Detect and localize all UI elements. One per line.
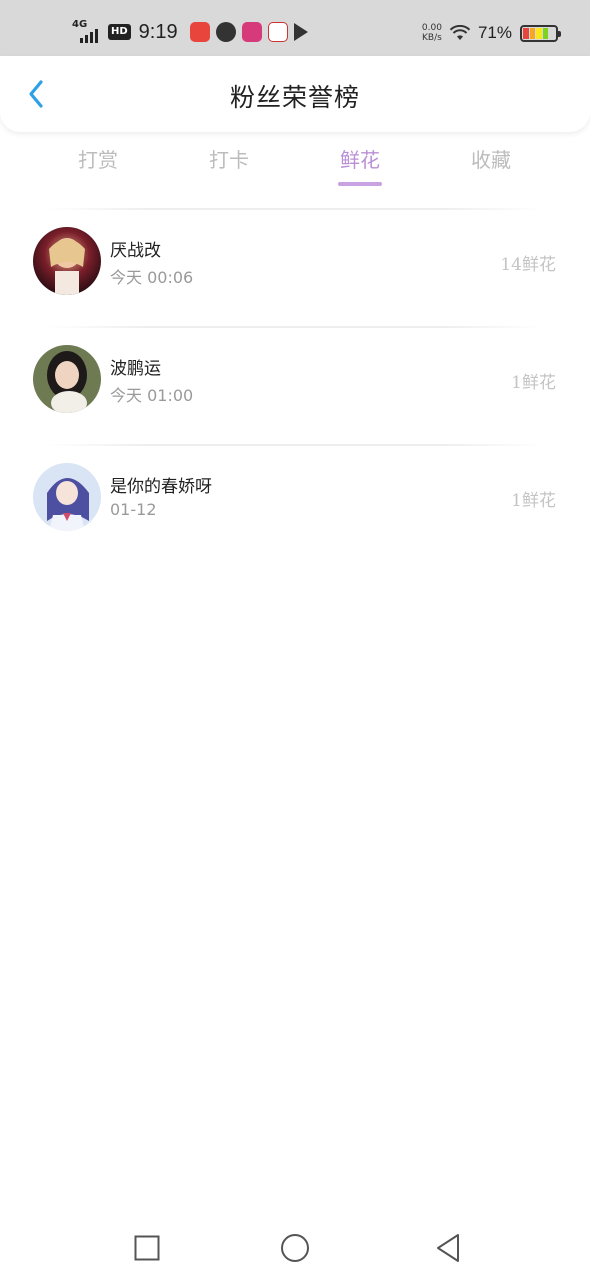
- fan-name: 波鹏运: [110, 359, 161, 379]
- tab-label: 鲜花: [340, 148, 380, 172]
- square-icon: [134, 1235, 160, 1261]
- fan-list: 厌战改 今天 00:06 14鲜花 波鹏运 今天 01:00 1鲜花 是你的春娇…: [0, 208, 590, 562]
- avatar[interactable]: [33, 227, 101, 295]
- fan-time: 01-12: [110, 500, 157, 519]
- fan-name: 厌战改: [110, 241, 161, 261]
- recent-apps-button[interactable]: [127, 1228, 167, 1268]
- flower-count: 1鲜花: [511, 373, 556, 393]
- list-item[interactable]: 厌战改 今天 00:06 14鲜花: [0, 210, 590, 326]
- battery-percent: 71%: [477, 23, 512, 42]
- fan-time: 今天 00:06: [110, 268, 194, 287]
- speed-unit: KB/s: [422, 33, 442, 43]
- play-icon: [293, 23, 308, 41]
- tab-bar: 打赏 打卡 鲜花 收藏: [0, 140, 590, 190]
- tab-label: 打卡: [209, 148, 249, 172]
- status-bar-left: 4G HD 9:19: [72, 18, 308, 46]
- list-item[interactable]: 波鹏运 今天 01:00 1鲜花: [0, 328, 590, 444]
- tab-label: 收藏: [471, 148, 511, 172]
- avatar[interactable]: [33, 463, 101, 531]
- home-button[interactable]: [275, 1228, 315, 1268]
- flower-count: 14鲜花: [500, 255, 556, 275]
- avatar[interactable]: [33, 345, 101, 413]
- speed-value: 0.00: [421, 23, 442, 33]
- tab-label: 打赏: [78, 148, 118, 172]
- flower-count: 1鲜花: [511, 491, 556, 511]
- status-time: 9:19: [138, 20, 178, 43]
- tab-flowers[interactable]: 鲜花: [300, 140, 420, 188]
- tab-checkin[interactable]: 打卡: [169, 140, 289, 188]
- active-tab-indicator: [338, 182, 382, 186]
- status-bar-right: 0.00 KB/s 71%: [422, 20, 561, 46]
- app-header: 粉丝荣誉榜: [0, 56, 590, 132]
- system-nav-bar: [0, 1210, 590, 1280]
- status-bar: 4G HD 9:19 0.00 KB/s 71%: [0, 0, 590, 56]
- list-item[interactable]: 是你的春娇呀 01-12 1鲜花: [0, 446, 590, 562]
- tab-reward[interactable]: 打赏: [38, 140, 158, 188]
- network-speed: 0.00 KB/s: [422, 23, 442, 43]
- circle-icon: [281, 1234, 309, 1262]
- battery-icon: [520, 24, 561, 42]
- app-notification-icon: [189, 22, 210, 42]
- app-notification-icon: [267, 22, 288, 42]
- page-title: 粉丝荣誉榜: [229, 83, 360, 112]
- clock-app-icon: [215, 22, 236, 42]
- tab-favorites[interactable]: 收藏: [431, 140, 551, 188]
- back-nav-button[interactable]: [428, 1228, 468, 1268]
- fan-name: 是你的春娇呀: [110, 477, 212, 497]
- triangle-back-icon: [437, 1234, 459, 1262]
- wifi-icon: [449, 24, 471, 41]
- app-notification-icon: [241, 22, 262, 42]
- hd-badge: HD: [108, 24, 131, 40]
- signal-icon: 4G: [72, 19, 102, 43]
- fan-time: 今天 01:00: [110, 386, 194, 405]
